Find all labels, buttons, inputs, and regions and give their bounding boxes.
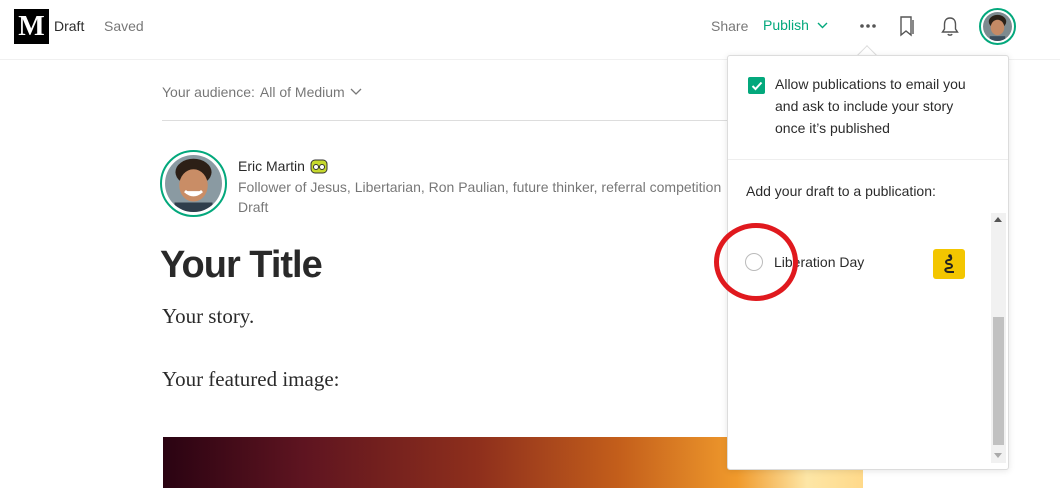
- notifications-bell-icon[interactable]: [939, 14, 961, 38]
- publication-name: Liberation Day: [774, 254, 865, 270]
- popover-divider: [728, 159, 1008, 160]
- author-bio: Follower of Jesus, Libertarian, Ron Paul…: [238, 179, 722, 195]
- author-badge-icon: [310, 159, 328, 173]
- featured-image-label[interactable]: Your featured image:: [162, 367, 340, 392]
- add-to-publication-label: Add your draft to a publication:: [746, 183, 936, 199]
- allow-email-checkbox[interactable]: [748, 77, 765, 94]
- publication-item[interactable]: Liberation Day: [745, 247, 965, 277]
- scroll-down-arrow-icon[interactable]: [994, 453, 1002, 458]
- chevron-down-icon: [817, 22, 828, 28]
- scroll-thumb[interactable]: [993, 317, 1004, 445]
- author-avatar[interactable]: [160, 150, 227, 217]
- author-name[interactable]: Eric Martin: [238, 158, 305, 174]
- more-options-icon[interactable]: [858, 16, 878, 36]
- share-button[interactable]: Share: [711, 18, 748, 34]
- checkmark-icon: [751, 81, 762, 90]
- allow-email-text: Allow publications to email you and ask …: [775, 76, 966, 136]
- publish-button[interactable]: Publish: [763, 17, 828, 33]
- chevron-down-icon: [350, 88, 362, 95]
- publications-popover: Allow publications to email you and ask …: [727, 55, 1009, 470]
- draft-status: Draft: [54, 18, 85, 34]
- publication-scrollbar[interactable]: [991, 213, 1006, 463]
- scroll-up-arrow-icon[interactable]: [994, 217, 1002, 222]
- story-title[interactable]: Your Title: [160, 244, 323, 287]
- audience-value: All of Medium: [259, 84, 345, 100]
- user-avatar[interactable]: [979, 8, 1016, 45]
- publication-logo-icon: [933, 249, 965, 279]
- top-bar: M Draft Saved Share Publish: [0, 0, 1060, 60]
- allow-email-option[interactable]: Allow publications to email you and ask …: [748, 76, 988, 139]
- bookmarks-icon[interactable]: [896, 14, 918, 38]
- snake-icon: [944, 254, 954, 273]
- user-photo: [983, 12, 1012, 42]
- author-post-status: Draft: [238, 199, 269, 215]
- audience-label: Your audience:: [162, 84, 255, 100]
- audience-selector[interactable]: Your audience: All of Medium: [162, 84, 362, 100]
- publication-radio[interactable]: [745, 253, 763, 271]
- story-body[interactable]: Your story.: [162, 304, 254, 329]
- author-photo: [165, 155, 222, 214]
- author-name-row: Eric Martin: [238, 158, 328, 174]
- save-state: Saved: [104, 18, 144, 34]
- publish-label: Publish: [763, 17, 809, 33]
- medium-logo[interactable]: M: [14, 9, 49, 44]
- publication-list: Liberation Day: [728, 213, 1008, 463]
